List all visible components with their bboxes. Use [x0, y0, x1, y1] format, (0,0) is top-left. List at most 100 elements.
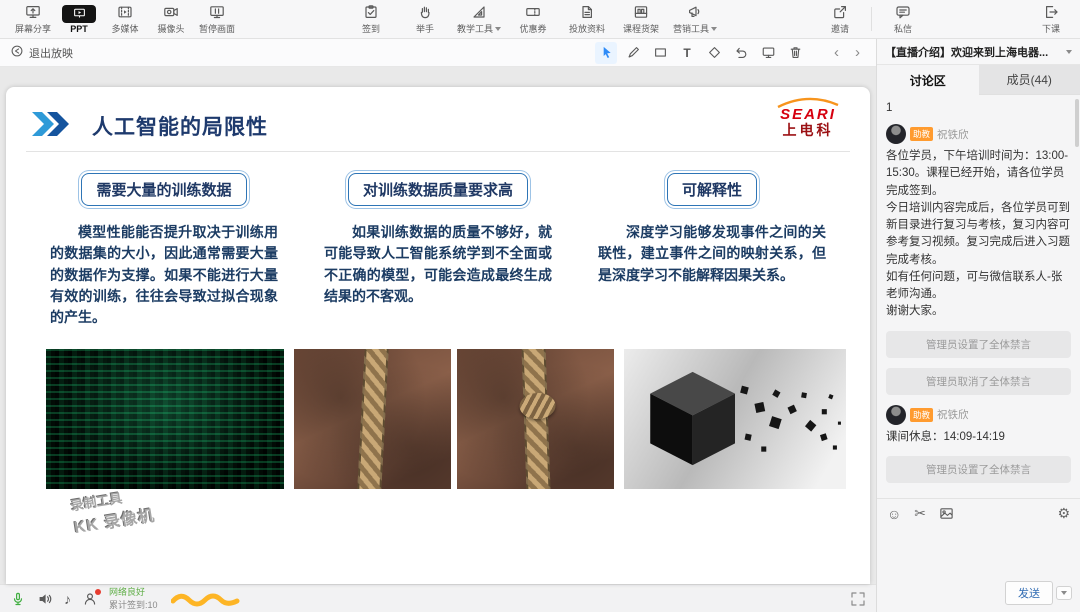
toolbar-item-raise-hand[interactable]: 举手 [402, 0, 448, 38]
message-input[interactable] [877, 524, 1080, 577]
chat-sidebar: 【直播介绍】欢迎来到上海电器... 讨论区 成员(44) 1 助教 祝铁欣 各位… [876, 39, 1080, 612]
classroom-tools-group: 签到 举手 教学工具 优惠券 投放资料 课程货架 营销工具 [348, 0, 718, 38]
chevron-down-icon [495, 26, 501, 31]
chat-input-toolbar: ☺ ✂ ⚙ [877, 499, 1080, 524]
send-options-button[interactable] [1056, 586, 1072, 600]
toolbar-item-screen-share[interactable]: 屏幕分享 [10, 0, 56, 38]
message-header: 助教 祝铁欣 [886, 404, 1071, 425]
toolbar-item-marketing-tools[interactable]: 营销工具 [672, 0, 718, 38]
media-source-group: 屏幕分享 PPT 多媒体 摄像头 暂停画面 [0, 0, 240, 38]
toolbar-divider [871, 7, 872, 31]
toolbar-item-label: 教学工具 [457, 22, 501, 35]
coupon-icon [525, 3, 541, 21]
eraser-tool-button[interactable] [703, 42, 725, 64]
chevron-down-icon [711, 26, 717, 31]
toolbar-item-label: 多媒体 [111, 24, 139, 34]
exit-presentation-button[interactable]: 退出放映 [10, 44, 73, 61]
pen-tool-button[interactable] [622, 42, 644, 64]
toolbar-item-label: 邀请 [830, 24, 849, 34]
toolbar-item-invite[interactable]: 邀请 [817, 0, 863, 38]
column-heading: 对训练数据质量要求高 [347, 173, 528, 206]
toolbar-item-end-class[interactable]: 下课 [1028, 0, 1074, 38]
toolbar-item-label: 签到 [361, 24, 380, 34]
image-upload-icon[interactable] [939, 506, 954, 521]
raise-hand-icon [417, 3, 433, 21]
column-training-data: 需要大量的训练数据 模型性能能否提升取决于训练用的数据集的大小，因此通常需要大量… [50, 173, 278, 328]
text-tool-button[interactable]: T [676, 42, 698, 64]
toolbar-item-ppt[interactable]: PPT [56, 0, 102, 38]
toolbar-item-camera[interactable]: 摄像头 [148, 0, 194, 38]
toolbar-item-label: 暂停画面 [198, 24, 235, 34]
live-room-title[interactable]: 【直播介绍】欢迎来到上海电器... [877, 39, 1080, 65]
prev-slide-button[interactable]: ‹ [834, 44, 839, 61]
column-data-quality: 对训练数据质量要求高 如果训练数据的质量不够好，就可能导致人工智能系统学到不全面… [324, 173, 552, 328]
toolbar-item-course-shelf[interactable]: 课程货架 [618, 0, 664, 38]
live-room-title-text: 【直播介绍】欢迎来到上海电器... [885, 46, 1049, 59]
logo-sub-text: 上电科 [782, 121, 834, 138]
column-heading: 可解释性 [666, 173, 757, 206]
slide-stage: 人工智能的局限性 SEARI 上电科 需要大量的训练数据 模型性能能否提升取决于… [0, 67, 876, 584]
camera-icon [163, 3, 179, 21]
status-text: 网络良好 累计签到:10 [109, 586, 158, 610]
send-row: 发送 [877, 577, 1080, 612]
toolbar-item-signin[interactable]: 签到 [348, 0, 394, 38]
toolbar-item-label: 优惠券 [519, 24, 547, 34]
matrix-code-image [46, 349, 284, 489]
next-slide-button[interactable]: › [855, 44, 860, 61]
tab-members[interactable]: 成员(44) [978, 65, 1080, 95]
toolbar-item-pause-screen[interactable]: 暂停画面 [194, 0, 240, 38]
send-button[interactable]: 发送 [1005, 581, 1053, 605]
column-interpretability: 可解释性 深度学习能够发现事件之间的关联性，建立事件之间的映射关系，但是深度学习… [598, 173, 826, 328]
select-tool-button[interactable] [595, 41, 617, 64]
tab-discussion[interactable]: 讨论区 [877, 65, 979, 95]
message-text: 课间休息：14:09-14:19 [886, 430, 1005, 443]
emoji-icon[interactable]: ☺ [887, 506, 901, 522]
toolbar-item-label: 营销工具 [673, 22, 717, 35]
toolbar-item-label: 私信 [893, 24, 912, 34]
chat-message-list[interactable]: 1 助教 祝铁欣 各位学员，下午培训时间为：13:00-15:30。课程已经开始… [877, 95, 1080, 498]
status-bar: ♪ 网络良好 累计签到:10 [0, 584, 876, 612]
microphone-icon[interactable] [10, 591, 26, 607]
avatar[interactable] [886, 404, 906, 425]
fraying-rope-image [294, 349, 614, 489]
screenshot-icon[interactable]: ✂ [914, 505, 926, 522]
toolbar-item-label: 摄像头 [157, 24, 185, 34]
toolbar-item-multimedia[interactable]: 多媒体 [102, 0, 148, 38]
toolbar-item-materials[interactable]: 投放资料 [564, 0, 610, 38]
chat-message: 助教 祝铁欣 各位学员，下午培训时间为：13:00-15:30。课程已经开始，请… [886, 124, 1071, 321]
undo-tool-button[interactable] [730, 42, 752, 64]
seari-logo: SEARI 上电科 [776, 97, 840, 137]
slide-columns: 需要大量的训练数据 模型性能能否提升取决于训练用的数据集的大小，因此通常需要大量… [50, 173, 826, 328]
slide: 人工智能的局限性 SEARI 上电科 需要大量的训练数据 模型性能能否提升取决于… [6, 87, 870, 584]
recorder-watermark: 录制工具 KK 录像机 [69, 483, 157, 538]
attendees-icon[interactable] [82, 588, 101, 607]
presentation-column: 退出放映 T ‹ › 人工智能的局限性 SEARI 上电科 需要大量的训练数据 … [0, 39, 876, 612]
rectangle-tool-button[interactable] [649, 42, 671, 64]
clear-screen-tool-button[interactable] [757, 42, 779, 64]
avatar[interactable] [886, 124, 906, 144]
multimedia-icon [117, 3, 133, 21]
private-message-icon [895, 3, 911, 21]
top-toolbar: 屏幕分享 PPT 多媒体 摄像头 暂停画面 签到 举手 教学工具 优惠券 投放资… [0, 0, 1080, 39]
title-chevrons-icon [32, 111, 78, 142]
toolbar-item-teaching-tools[interactable]: 教学工具 [456, 0, 502, 38]
message-text: 各位学员，下午培训时间为：13:00-15:30。课程已经开始，请各位学员完成签… [886, 150, 1070, 318]
username: 祝铁欣 [937, 409, 969, 421]
toolbar-item-coupon[interactable]: 优惠券 [510, 0, 556, 38]
screen-share-icon [25, 3, 41, 21]
toolbar-item-private-message[interactable]: 私信 [880, 0, 926, 38]
settings-icon[interactable]: ⚙ [1057, 505, 1070, 522]
background-music-icon[interactable]: ♪ [64, 591, 71, 607]
role-badge: 助教 [910, 407, 934, 422]
notification-dot [95, 588, 101, 595]
delete-annotations-tool-button[interactable] [784, 42, 806, 64]
chat-scrollbar[interactable] [1075, 99, 1079, 147]
exit-presentation-label: 退出放映 [29, 47, 73, 60]
rope-panel [457, 349, 614, 489]
message-header: 助教 祝铁欣 [886, 124, 1071, 144]
shattering-cube-image [624, 349, 846, 489]
signin-icon [363, 3, 379, 21]
speaker-icon[interactable] [37, 591, 53, 607]
fullscreen-icon[interactable] [850, 591, 866, 607]
text-tool-glyph: T [683, 45, 691, 60]
